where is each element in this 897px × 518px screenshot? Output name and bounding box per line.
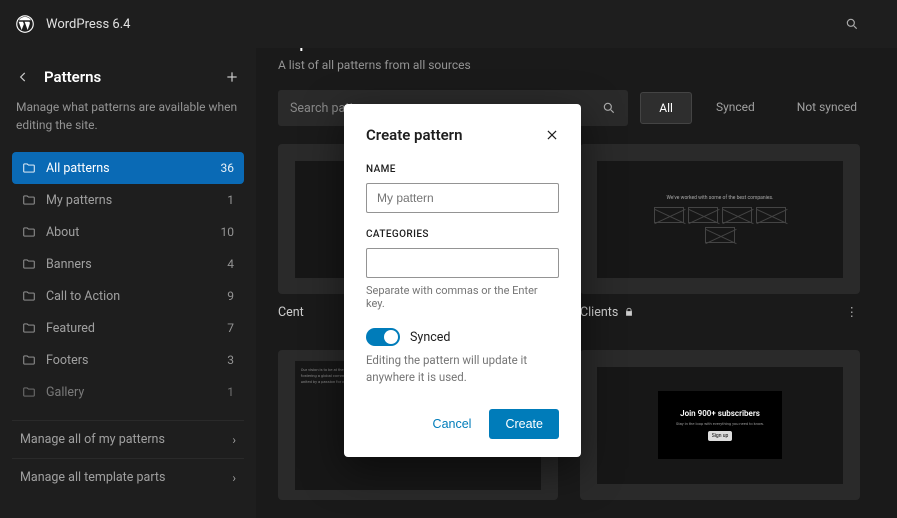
categories-field-label: Categories (366, 229, 559, 240)
categories-hint: Separate with commas or the Enter key. (366, 284, 559, 310)
app-title: WordPress 6.4 (46, 17, 845, 32)
nav-label: All patterns (46, 161, 221, 176)
folder-icon (22, 353, 36, 367)
preview-subscribe-title: Join 900+ subscribers (680, 409, 760, 418)
nav-count: 1 (227, 193, 234, 207)
nav-label: Featured (46, 321, 227, 336)
search-icon (602, 101, 616, 115)
sidebar-description: Manage what patterns are available when … (16, 98, 240, 134)
nav-count: 4 (227, 257, 234, 271)
sidebar-item-call-to-action[interactable]: Call to Action 9 (12, 280, 244, 312)
folder-icon (22, 193, 36, 207)
sidebar-item-featured[interactable]: Featured 7 (12, 312, 244, 344)
pattern-categories-input[interactable] (366, 248, 559, 278)
nav-count: 10 (221, 225, 235, 239)
folder-icon (22, 161, 36, 175)
chevron-right-icon: › (232, 433, 236, 447)
create-pattern-modal: Create pattern Name Categories Separate … (344, 104, 581, 457)
card-preview-heading: We've worked with some of the best compa… (667, 195, 774, 201)
chevron-right-icon: › (232, 471, 236, 485)
nav-label: Footers (46, 353, 227, 368)
pattern-nav-list: All patterns 36 My patterns 1 About 10 B… (12, 152, 244, 408)
close-icon[interactable] (545, 128, 559, 142)
pattern-card-subscribe[interactable]: Join 900+ subscribers Stay in the loop w… (580, 350, 860, 500)
folder-icon (22, 257, 36, 271)
page-subtitle: A list of all patterns from all sources (278, 58, 875, 72)
nav-count: 36 (221, 161, 235, 175)
pattern-name-input[interactable] (366, 183, 559, 213)
sidebar-item-about[interactable]: About 10 (12, 216, 244, 248)
manage-label: Manage all of my patterns (20, 432, 165, 447)
wordpress-logo-icon (16, 15, 34, 33)
search-icon[interactable] (845, 17, 859, 31)
nav-label: Gallery (46, 385, 227, 400)
logo-placeholders (640, 207, 800, 243)
sidebar-item-banners[interactable]: Banners 4 (12, 248, 244, 280)
preview-subscribe-text: Stay in the loop with everything you nee… (676, 421, 764, 426)
name-field-label: Name (366, 164, 559, 175)
create-button[interactable]: Create (489, 409, 559, 439)
page-title: All patterns (278, 48, 875, 52)
nav-count: 7 (227, 321, 234, 335)
sidebar-title: Patterns (44, 68, 224, 86)
manage-my-patterns-link[interactable]: Manage all of my patterns › (12, 420, 244, 458)
folder-icon (22, 289, 36, 303)
folder-icon (22, 321, 36, 335)
nav-label: Call to Action (46, 289, 227, 304)
nav-label: Banners (46, 257, 227, 272)
sidebar-item-all-patterns[interactable]: All patterns 36 (12, 152, 244, 184)
back-icon[interactable] (16, 70, 30, 84)
manage-template-parts-link[interactable]: Manage all template parts › (12, 458, 244, 496)
synced-toggle-label: Synced (410, 330, 450, 345)
synced-toggle-description: Editing the pattern will update it anywh… (366, 352, 559, 387)
sidebar-item-gallery[interactable]: Gallery 1 (12, 376, 244, 408)
modal-title: Create pattern (366, 126, 545, 144)
more-options-icon[interactable]: ⋮ (846, 304, 861, 320)
tab-synced[interactable]: Synced (698, 92, 773, 124)
nav-count: 9 (227, 289, 234, 303)
tab-not-synced[interactable]: Not synced (779, 92, 875, 124)
lock-icon (624, 307, 634, 317)
card-label: Cent (278, 305, 304, 320)
sidebar: Patterns Manage what patterns are availa… (0, 48, 256, 518)
nav-label: My patterns (46, 193, 227, 208)
tab-all[interactable]: All (640, 92, 692, 124)
cancel-button[interactable]: Cancel (427, 409, 478, 439)
synced-toggle[interactable] (366, 328, 400, 346)
add-pattern-icon[interactable] (224, 69, 240, 85)
sidebar-item-footers[interactable]: Footers 3 (12, 344, 244, 376)
sidebar-item-my-patterns[interactable]: My patterns 1 (12, 184, 244, 216)
nav-label: About (46, 225, 221, 240)
preview-subscribe-button: Sign up (708, 431, 733, 441)
nav-count: 1 (227, 385, 234, 399)
folder-icon (22, 385, 36, 399)
window-topbar: WordPress 6.4 (0, 0, 897, 48)
folder-icon (22, 225, 36, 239)
manage-label: Manage all template parts (20, 470, 165, 485)
nav-count: 3 (227, 353, 234, 367)
pattern-card-clients[interactable]: We've worked with some of the best compa… (580, 144, 860, 294)
sync-filter-tabs: All Synced Not synced (640, 92, 875, 124)
card-label: Clients (580, 305, 618, 320)
